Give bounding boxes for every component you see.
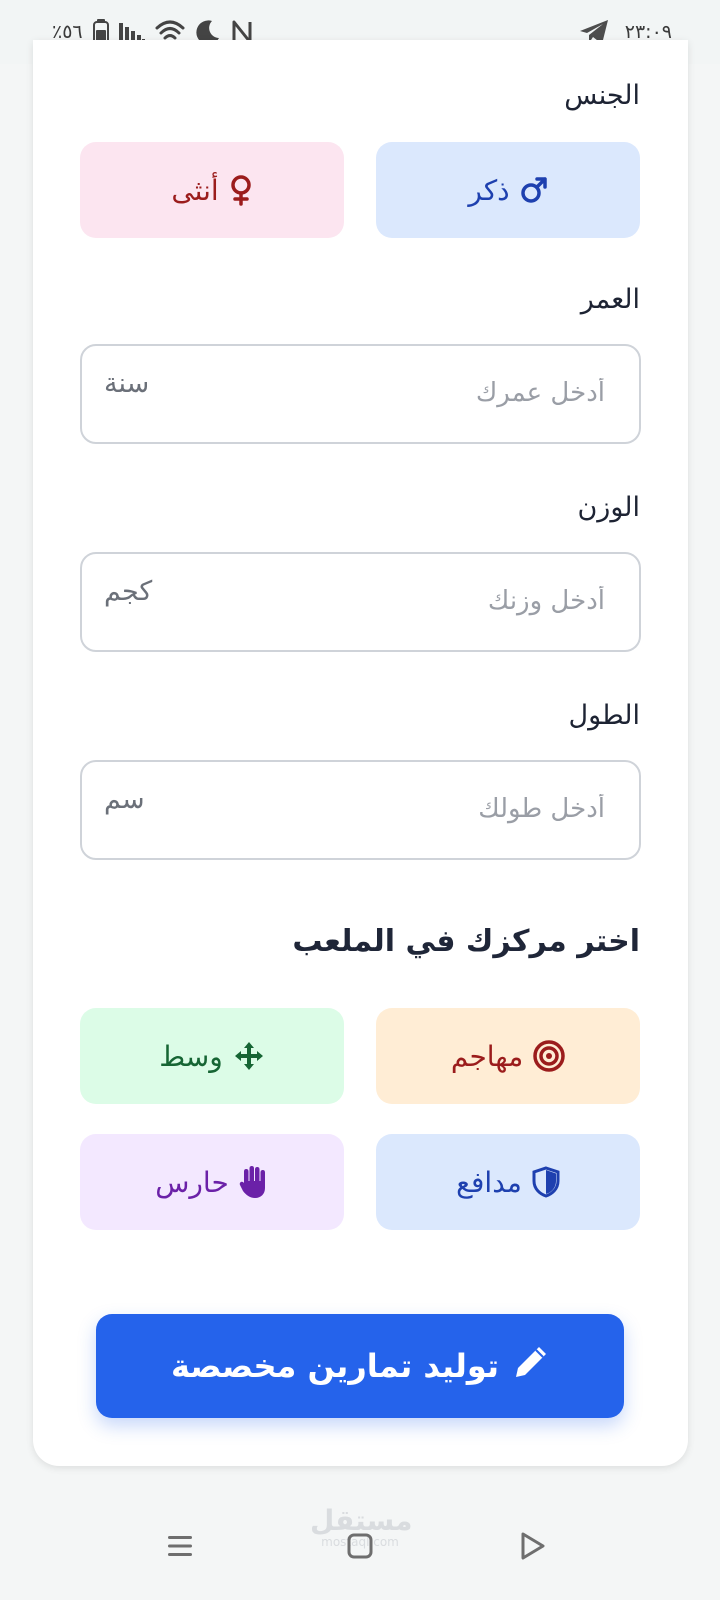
male-symbol-icon (520, 176, 548, 204)
weight-field[interactable]: كجم (80, 552, 641, 652)
gender-female-label: أنثى (171, 173, 219, 207)
gender-female-button[interactable]: أنثى (80, 142, 344, 238)
position-defender-label: مدافع (456, 1165, 522, 1199)
female-symbol-icon (229, 174, 253, 206)
back-triangle-icon[interactable] (510, 1524, 554, 1568)
gender-male-label: ذكر (468, 173, 510, 207)
position-midfield-label: وسط (159, 1039, 223, 1073)
weight-unit: كجم (104, 576, 153, 607)
height-label: الطول (568, 700, 640, 731)
form-card: الجنس ذكر أنثى العمر سنة الوزن كجم الطول (33, 40, 688, 1466)
target-icon (533, 1040, 565, 1072)
position-attacker-label: مهاجم (450, 1039, 524, 1073)
system-nav-bar: مستقل mostaql.com (0, 1500, 720, 1600)
height-input[interactable] (247, 788, 607, 830)
weight-input[interactable] (247, 580, 607, 622)
position-attacker-button[interactable]: مهاجم (376, 1008, 640, 1104)
height-unit: سم (104, 784, 145, 815)
arrows-move-icon (233, 1040, 265, 1072)
weight-label: الوزن (577, 492, 640, 523)
generate-exercises-button[interactable]: توليد تمارين مخصصة (96, 1314, 624, 1418)
age-unit: سنة (104, 368, 150, 399)
pen-icon (513, 1344, 549, 1388)
shield-icon (532, 1166, 560, 1198)
position-keeper-button[interactable]: حارس (80, 1134, 344, 1230)
position-title: اختر مركزك في الملعب (292, 924, 640, 959)
hand-icon (239, 1165, 269, 1199)
menu-icon[interactable] (158, 1524, 202, 1568)
position-defender-button[interactable]: مدافع (376, 1134, 640, 1230)
position-midfield-button[interactable]: وسط (80, 1008, 344, 1104)
age-input[interactable] (247, 372, 607, 414)
height-field[interactable]: سم (80, 760, 641, 860)
home-square-icon[interactable] (338, 1524, 382, 1568)
generate-exercises-label: توليد تمارين مخصصة (171, 1347, 499, 1385)
gender-label: الجنس (564, 80, 640, 111)
age-field[interactable]: سنة (80, 344, 641, 444)
position-keeper-label: حارس (155, 1165, 229, 1199)
age-label: العمر (580, 284, 640, 315)
gender-male-button[interactable]: ذكر (376, 142, 640, 238)
